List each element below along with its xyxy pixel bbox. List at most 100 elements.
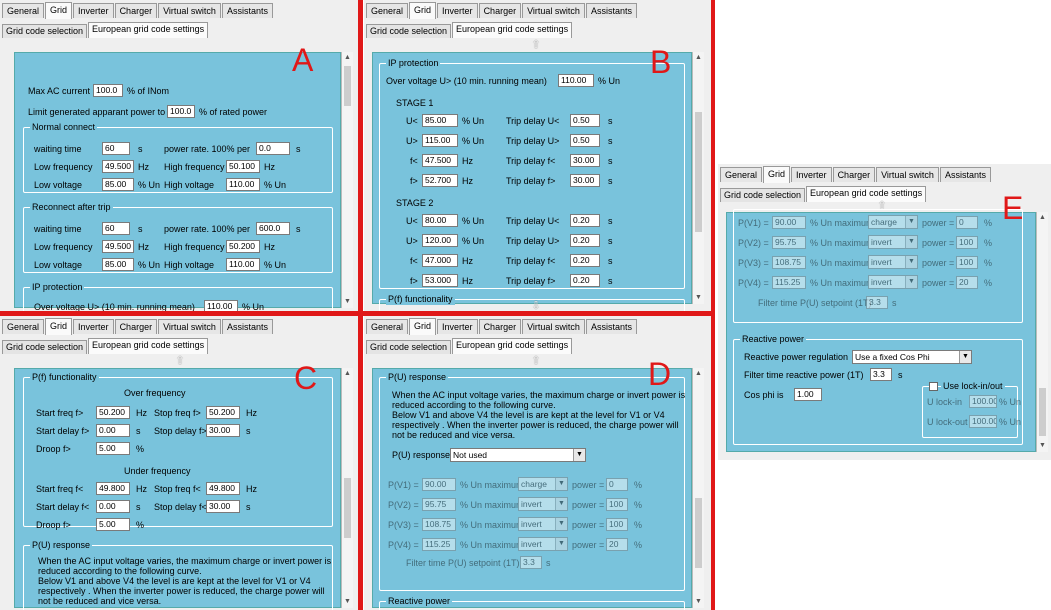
nc-lowv-input[interactable]: 85.00 <box>102 178 134 191</box>
tab-general[interactable]: General <box>366 3 409 18</box>
tab-charger[interactable]: Charger <box>478 319 522 334</box>
pv-voltage-input[interactable]: 108.75 <box>772 256 806 269</box>
subtab-european-grid-code-settings[interactable]: European grid code settings <box>452 338 573 354</box>
nc-highv-input[interactable]: 110.00 <box>226 178 260 191</box>
o-stop-input[interactable]: 50.200 <box>206 406 240 419</box>
u-delay-input[interactable]: 0.00 <box>96 500 130 513</box>
pv-power-input[interactable]: 0 <box>606 478 628 491</box>
tab-charger[interactable]: Charger <box>114 3 158 18</box>
pv-mode-select[interactable]: invert ▼ <box>868 255 918 269</box>
chevron-down-icon[interactable]: ▼ <box>905 216 917 228</box>
o-sdelay-input[interactable]: 30.00 <box>206 424 240 437</box>
tab-inverter[interactable]: Inverter <box>73 3 114 18</box>
max-ac-input[interactable]: 100.0 <box>93 84 123 97</box>
scroll-down-icon[interactable]: ▼ <box>342 296 353 308</box>
pv-power-input[interactable]: 100 <box>956 256 978 269</box>
chevron-down-icon[interactable]: ▼ <box>573 449 585 461</box>
vertical-scrollbar[interactable]: ▲ ▼ <box>1036 212 1048 452</box>
tab-grid[interactable]: Grid <box>409 318 437 335</box>
scroll-thumb[interactable] <box>1039 388 1046 436</box>
tab-assistants[interactable]: Assistants <box>221 319 273 334</box>
stage-param-input[interactable]: 120.00 <box>422 234 458 247</box>
trip-delay-input[interactable]: 0.20 <box>570 214 600 227</box>
subtab-grid-code-selection[interactable]: Grid code selection <box>366 340 452 354</box>
subtab-grid-code-selection[interactable]: Grid code selection <box>2 24 88 38</box>
chevron-down-icon[interactable]: ▼ <box>905 276 917 288</box>
vertical-scrollbar[interactable]: ▲ ▼ <box>692 52 704 304</box>
scroll-up-icon[interactable]: ▲ <box>342 368 353 380</box>
lockout-input[interactable]: 100.00 <box>969 415 997 428</box>
trip-delay-input[interactable]: 30.00 <box>570 154 600 167</box>
scroll-down-arrow-icon[interactable]: ⇩ <box>528 301 544 312</box>
scroll-down-icon[interactable]: ▼ <box>1037 440 1048 452</box>
rc-lowf-input[interactable]: 49.500 <box>102 240 134 253</box>
tab-inverter[interactable]: Inverter <box>437 3 478 18</box>
tab-assistants[interactable]: Assistants <box>585 3 637 18</box>
pv-mode-select[interactable]: charge ▼ <box>518 477 568 491</box>
trip-delay-input[interactable]: 0.20 <box>570 254 600 267</box>
filter-time-input[interactable]: 3.3 <box>520 556 542 569</box>
o-delay-input[interactable]: 0.00 <box>96 424 130 437</box>
vertical-scrollbar[interactable]: ▲ ▼ <box>692 368 704 608</box>
pv-voltage-input[interactable]: 115.25 <box>422 538 456 551</box>
pv-mode-select[interactable]: charge ▼ <box>868 215 918 229</box>
scroll-thumb[interactable] <box>695 112 702 232</box>
trip-delay-input[interactable]: 0.20 <box>570 234 600 247</box>
tab-inverter[interactable]: Inverter <box>791 167 832 182</box>
trip-delay-input[interactable]: 30.00 <box>570 174 600 187</box>
rc-highf-input[interactable]: 50.200 <box>226 240 260 253</box>
pu-response-select[interactable]: Not used ▼ <box>450 448 586 462</box>
scroll-up-arrow-icon[interactable]: ⇧ <box>528 40 544 51</box>
pv-mode-select[interactable]: invert ▼ <box>518 537 568 551</box>
pv-power-input[interactable]: 100 <box>956 236 978 249</box>
o-droop-input[interactable]: 5.00 <box>96 442 130 455</box>
subtab-grid-code-selection[interactable]: Grid code selection <box>720 188 806 202</box>
pv-voltage-input[interactable]: 95.75 <box>422 498 456 511</box>
tab-general[interactable]: General <box>2 3 45 18</box>
tab-inverter[interactable]: Inverter <box>73 319 114 334</box>
stage-param-input[interactable]: 115.00 <box>422 134 458 147</box>
tab-virtual-switch[interactable]: Virtual switch <box>158 319 221 334</box>
subtab-european-grid-code-settings[interactable]: European grid code settings <box>806 186 927 202</box>
lockin-input[interactable]: 100.00 <box>969 395 997 408</box>
u-stop-input[interactable]: 49.800 <box>206 482 240 495</box>
reactive-power-regulation-select[interactable]: Use a fixed Cos Phi ▼ <box>852 350 972 364</box>
tab-grid[interactable]: Grid <box>45 318 73 335</box>
trip-delay-input[interactable]: 0.20 <box>570 274 600 287</box>
pv-power-input[interactable]: 20 <box>606 538 628 551</box>
chevron-down-icon[interactable]: ▼ <box>905 236 917 248</box>
pv-voltage-input[interactable]: 95.75 <box>772 236 806 249</box>
chevron-down-icon[interactable]: ▼ <box>905 256 917 268</box>
pv-power-input[interactable]: 0 <box>956 216 978 229</box>
tab-charger[interactable]: Charger <box>478 3 522 18</box>
trip-delay-input[interactable]: 0.50 <box>570 114 600 127</box>
filter-time-input[interactable]: 3.3 <box>866 296 888 309</box>
nc-lowf-input[interactable]: 49.500 <box>102 160 134 173</box>
tab-virtual-switch[interactable]: Virtual switch <box>522 3 585 18</box>
chevron-down-icon[interactable]: ▼ <box>555 498 567 510</box>
scroll-down-icon[interactable]: ▼ <box>342 596 353 608</box>
nc-highf-input[interactable]: 50.100 <box>226 160 260 173</box>
scroll-thumb[interactable] <box>695 498 702 568</box>
pv-power-input[interactable]: 100 <box>606 498 628 511</box>
pv-voltage-input[interactable]: 90.00 <box>422 478 456 491</box>
scroll-down-icon[interactable]: ▼ <box>693 596 704 608</box>
over-voltage-input[interactable]: 110.00 <box>558 74 594 87</box>
scroll-up-arrow-icon[interactable]: ⇧ <box>528 356 544 367</box>
scroll-up-icon[interactable]: ▲ <box>693 368 704 380</box>
tab-virtual-switch[interactable]: Virtual switch <box>158 3 221 18</box>
pv-voltage-input[interactable]: 108.75 <box>422 518 456 531</box>
stage-param-input[interactable]: 47.000 <box>422 254 458 267</box>
vertical-scrollbar[interactable]: ▲ ▼ <box>341 368 353 608</box>
pv-mode-select[interactable]: invert ▼ <box>518 497 568 511</box>
scroll-thumb[interactable] <box>344 478 351 538</box>
cos-input[interactable]: 1.00 <box>794 388 822 401</box>
stage-param-input[interactable]: 53.000 <box>422 274 458 287</box>
stage-param-input[interactable]: 52.700 <box>422 174 458 187</box>
u-droop-input[interactable]: 5.00 <box>96 518 130 531</box>
subtab-european-grid-code-settings[interactable]: European grid code settings <box>452 22 573 38</box>
limit-input[interactable]: 100.0 <box>167 105 195 118</box>
scroll-up-arrow-icon[interactable]: ⇧ <box>172 356 188 367</box>
pv-mode-select[interactable]: invert ▼ <box>518 517 568 531</box>
rc-waiting-input[interactable]: 60 <box>102 222 130 235</box>
